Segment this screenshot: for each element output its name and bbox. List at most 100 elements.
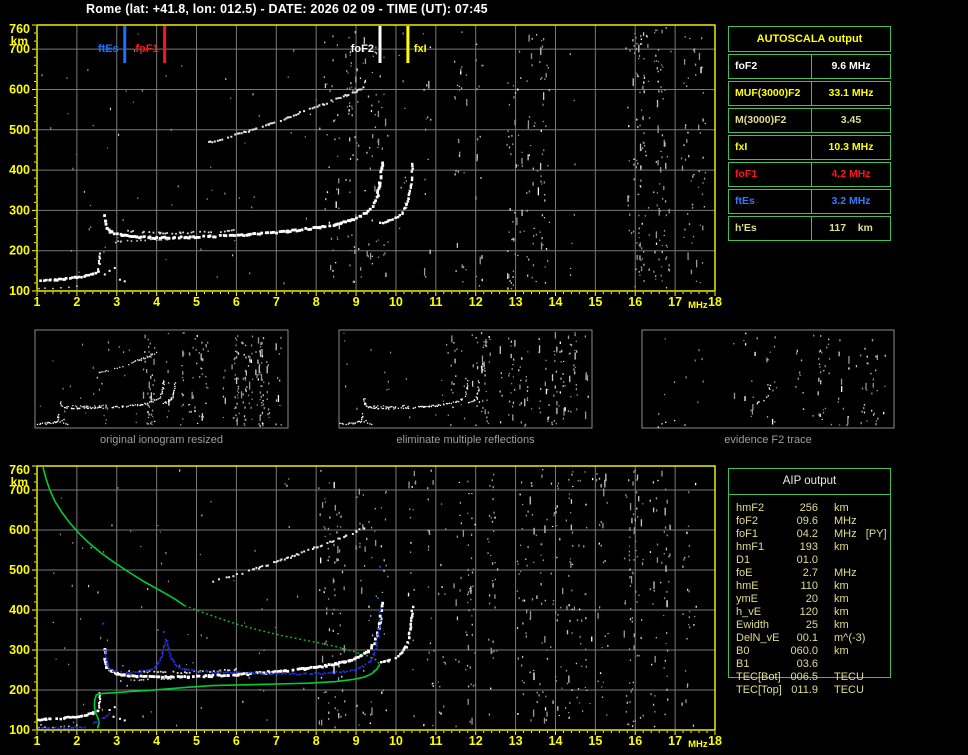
x-tick-label: 10 [389, 734, 403, 748]
aip-row: hmF1 193 km [736, 541, 888, 554]
param-value: 193 [799, 541, 818, 553]
param-value: 09.6 [796, 515, 818, 527]
thumbnail-caption: eliminate multiple reflections [396, 434, 535, 446]
param-value: 120 [799, 606, 818, 618]
param-value: 117 km [829, 222, 873, 234]
param-value: 03.6 [796, 658, 818, 670]
autoscala-row: foF1 4.2 MHz [728, 162, 891, 187]
y-axis-unit-label: km [11, 34, 28, 48]
aip-row: hmE 110 km [736, 580, 888, 593]
param-unit: km [834, 541, 849, 553]
param-name: Ewidth [736, 619, 770, 631]
thumbnail-caption: original ionogram resized [100, 434, 223, 446]
aip-row: foF1 04.2 MHz [PY] [736, 528, 888, 541]
y-tick-label: 400 [9, 163, 30, 177]
x-tick-label: 17 [668, 734, 682, 748]
x-axis-unit-label: MHz [688, 300, 708, 311]
aip-row: B1 03.6 [736, 658, 888, 671]
autoscala-row: h'Es 117 km [728, 216, 891, 241]
thumbnail-2 [641, 329, 895, 429]
autoscala-row: MUF(3000)F2 33.1 MHz [728, 81, 891, 106]
param-unit: km [834, 580, 849, 592]
param-name: h_vE [736, 606, 762, 618]
param-unit: MHz [834, 567, 857, 579]
param-unit: TECU [834, 684, 864, 696]
param-name: fxI [729, 136, 812, 159]
aip-row: ymE 20 km [736, 593, 888, 606]
x-tick-label: 7 [273, 734, 280, 748]
param-name: TEC[Bot] [736, 671, 781, 683]
foF1-marker-line [163, 26, 167, 63]
x-tick-label: 15 [588, 734, 602, 748]
x-tick-label: 5 [193, 734, 200, 748]
autoscala-row: fxI 10.3 MHz [728, 135, 891, 160]
y-tick-label: 500 [9, 563, 30, 577]
x-tick-label: 12 [469, 734, 483, 748]
aip-row: D1 01.0 [736, 554, 888, 567]
param-value: 011.9 [791, 684, 818, 696]
param-name: hmF1 [736, 541, 765, 553]
ftEs-marker-label: ftEs [98, 43, 119, 55]
param-value: 110 [800, 580, 818, 592]
param-value: 20 [805, 593, 818, 605]
param-unit: TECU [834, 671, 864, 683]
aip-row: TEC[Bot] 006.5 TECU [736, 671, 888, 684]
autoscala-row: foF2 9.6 MHz [728, 54, 891, 79]
x-tick-label: 3 [113, 295, 120, 309]
param-unit: km [834, 619, 849, 631]
param-name: hmE [736, 580, 759, 592]
profile-topside-extrap [184, 604, 381, 665]
param-unit: km [834, 645, 849, 657]
param-value: 25 [805, 619, 818, 631]
y-axis-unit-label: km [11, 475, 28, 489]
x-tick-label: 14 [549, 295, 563, 309]
x-tick-label: 6 [233, 734, 240, 748]
axis-ticks [32, 24, 716, 296]
x-tick-label: 4 [153, 734, 160, 748]
x-axis-unit-label: MHz [688, 739, 708, 750]
autoscala-output-table: AUTOSCALA output foF2 9.6 MHz MUF(3000)F2 3… [728, 26, 891, 241]
axis-labels: 1 2 3 4 5 6 7 8 9 10 11 12 13 14 15 16 17 18MHz1002003004… [9, 463, 722, 750]
param-name: M(3000)F2 [729, 109, 812, 132]
x-tick-label: 16 [628, 734, 642, 748]
aip-row: DelN_vE 00.1 m^(-3) [736, 632, 888, 645]
autoscala-row: M(3000)F2 3.45 [728, 108, 891, 133]
x-tick-label: 13 [509, 295, 523, 309]
profile-topside [42, 466, 186, 607]
ftEs-marker-line [123, 26, 127, 63]
y-tick-label: 200 [9, 683, 30, 697]
axis-ticks [32, 465, 716, 735]
foF2-marker-line [378, 26, 382, 63]
param-name: B0 [736, 645, 750, 657]
aip-table-rows: hmF2 256 km foF2 09.6 MHz foF1 04.2 MHz [PY] hmF1… [736, 502, 888, 697]
x-tick-label: 10 [389, 295, 403, 309]
x-tick-label: 12 [469, 295, 483, 309]
y-tick-label: 100 [9, 284, 30, 298]
y-tick-label: 600 [9, 523, 30, 537]
x-tick-label: 8 [313, 734, 320, 748]
param-value: 3.45 [840, 114, 862, 126]
marker-foF1: foF1 [135, 26, 167, 63]
param-name: foE [736, 567, 753, 579]
aip-row: Ewidth 25 km [736, 619, 888, 632]
y-tick-label: 100 [9, 723, 30, 737]
x-tick-label: 17 [668, 295, 682, 309]
x-tick-label: 7 [273, 295, 280, 309]
param-unit: km [834, 502, 849, 514]
aip-row: hmF2 256 km [736, 502, 888, 515]
param-name: foF1 [736, 528, 759, 540]
autoscala-table-rows: foF2 9.6 MHz MUF(3000)F2 33.1 MHz M(3000)F2 3… [728, 54, 891, 241]
param-unit: m^(-3) [834, 632, 866, 644]
param-name: B1 [736, 658, 750, 670]
param-unit: km [834, 606, 849, 618]
param-name: foF1 [729, 163, 812, 186]
autoscala-row: ftEs 3.2 MHz [728, 189, 891, 214]
y-tick-label: 600 [9, 82, 30, 96]
aip-row: TEC[Top] 011.9 TECU [736, 684, 888, 697]
marker-fxI: fxI [406, 26, 427, 63]
autoscala-table-title: AUTOSCALA output [728, 26, 891, 52]
param-name: foF2 [736, 515, 759, 527]
param-name: DelN_vE [736, 632, 780, 644]
x-tick-label: 5 [193, 295, 200, 309]
param-value: 006.5 [790, 671, 818, 683]
